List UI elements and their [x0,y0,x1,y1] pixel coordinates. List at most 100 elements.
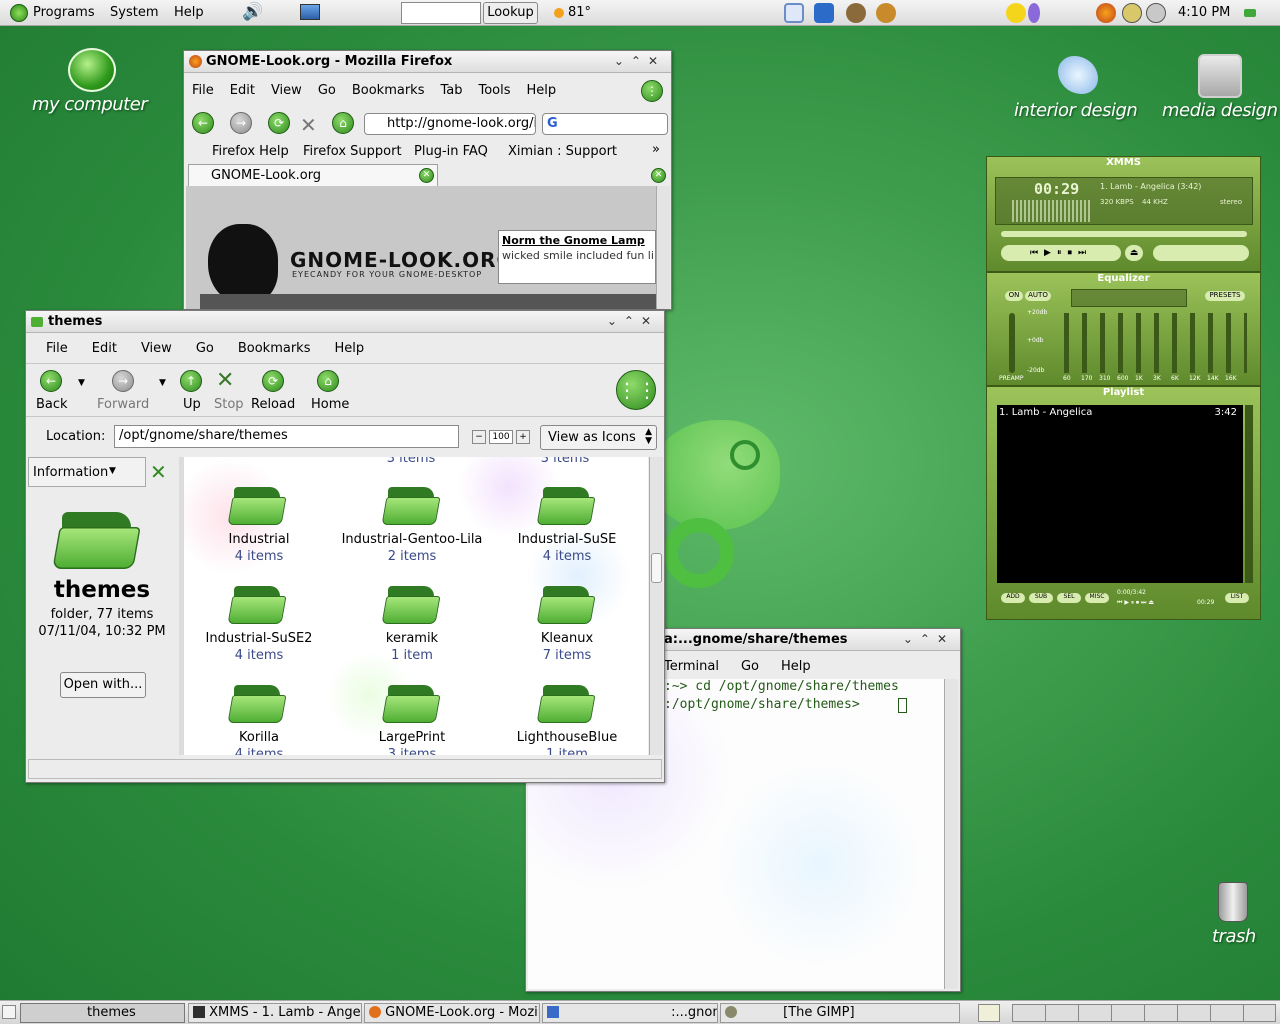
workspace-switcher[interactable] [1012,1004,1276,1022]
ff-tab[interactable]: GNOME-Look.org ✕ [188,164,438,186]
folder-name[interactable]: Kleanux [492,631,642,646]
xmms-playlist-panel[interactable]: Playlist 1. Lamb - Angelica 3:42 ADD SUB… [986,386,1261,620]
gear-icon[interactable] [876,3,896,23]
naut-sidebar-select[interactable]: Information ▼ [28,457,146,487]
nautilus-titlebar[interactable]: themes ⌄⌃✕ [26,311,664,333]
folder-icon[interactable] [381,584,441,624]
naut-zoom-out-button[interactable]: − [472,430,486,444]
naut-reload-label[interactable]: Reload [251,397,295,412]
pl-add-button[interactable]: ADD [1001,593,1025,603]
bookmark-plugin-faq[interactable]: Plug-in FAQ [414,144,488,159]
menu-programs[interactable]: Programs [33,5,95,20]
xmms-seek-bar[interactable] [1001,231,1247,237]
open-with-button[interactable]: Open with... [60,672,146,698]
folder-icon[interactable] [381,485,441,525]
my-computer-icon[interactable] [68,48,116,92]
bookmark-firefox-support[interactable]: Firefox Support [303,144,402,159]
folder-icon[interactable] [536,485,596,525]
interior-design-icon[interactable] [1058,56,1098,94]
folder-icon[interactable] [227,485,287,525]
playlist-scrollbar[interactable] [1245,405,1253,583]
eq-presets-button[interactable]: PRESETS [1205,291,1245,301]
lookup-input[interactable] [401,2,481,24]
naut-stop-icon[interactable]: ✕ [216,368,234,393]
naut-back-dropdown-icon[interactable]: ▼ [78,378,85,388]
nautilus-window[interactable]: themes ⌄⌃✕ File Edit View Go Bookmarks Help ←… [25,310,665,783]
naut-menu-bookmarks[interactable]: Bookmarks [222,337,319,356]
naut-forward-icon[interactable]: → [112,370,134,392]
folder-name[interactable]: LighthouseBlue [492,730,642,745]
folder-icon[interactable] [536,683,596,723]
ff-menu-view[interactable]: View [263,79,310,98]
ff-menu-go[interactable]: Go [310,79,344,98]
window-switch-icon[interactable] [784,3,804,23]
naut-zoom-in-button[interactable]: + [516,430,530,444]
xmms-time[interactable]: 00:29 [1034,180,1079,198]
naut-up-icon[interactable]: ↑ [180,370,202,392]
folder-name[interactable]: Industrial [184,532,334,547]
term-menu-help[interactable]: Help [767,655,819,674]
pl-sub-button[interactable]: SUB [1029,593,1053,603]
bookmarks-overflow-icon[interactable]: » [652,142,660,157]
naut-menu-view[interactable]: View [125,337,180,356]
xmms-eject-button[interactable]: ⏏ [1125,245,1143,261]
ff-reload-button[interactable]: ⟳ [268,112,290,134]
mail-icon[interactable] [1146,3,1166,23]
network-icon[interactable] [1028,3,1040,23]
my-computer-label[interactable]: my computer [32,94,148,115]
folder-name[interactable]: keramik [337,631,487,646]
xmms-player[interactable]: XMMS 00:29 1. Lamb - Angelica (3:42) 320… [986,156,1261,620]
ff-menu-help[interactable]: Help [519,79,565,98]
folder-name[interactable]: Korilla [184,730,334,745]
naut-menu-help[interactable]: Help [318,337,372,356]
task-firefox[interactable]: GNOME-Look.org - Mozill [364,1003,540,1023]
folder-name[interactable]: LargePrint [337,730,487,745]
pl-misc-button[interactable]: MISC [1085,593,1109,603]
term-menu-go[interactable]: Go [727,655,767,674]
task-themes[interactable]: themes [20,1003,185,1023]
folder-icon[interactable] [227,584,287,624]
naut-icon-view[interactable]: 3 items 3 items Industrial 4 items Indus… [184,457,648,755]
folder-name[interactable]: Industrial-Gentoo-Lila [337,532,487,547]
naut-home-label[interactable]: Home [311,397,349,412]
naut-back-label[interactable]: Back [36,397,68,412]
term-menu-terminal[interactable]: Terminal [656,655,727,674]
smiley-icon[interactable] [1006,3,1026,23]
naut-location-input[interactable]: /opt/gnome/share/themes [114,425,459,448]
firefox-window-controls[interactable]: ⌄⌃✕ [614,54,665,68]
trash-label[interactable]: trash [1212,926,1256,947]
pl-sel-button[interactable]: SEL [1057,593,1081,603]
naut-back-icon[interactable]: ← [40,370,62,392]
naut-menu-edit[interactable]: Edit [76,337,125,356]
clock-launcher-icon[interactable] [1122,3,1142,23]
ff-url-input[interactable]: http://gnome-look.org/i [364,113,536,135]
media-design-icon[interactable] [1198,54,1242,98]
desktop-monitor-icon[interactable] [300,4,320,20]
folder-icon[interactable] [227,683,287,723]
interior-design-label[interactable]: interior design [1014,100,1138,121]
terminal-window-controls[interactable]: ⌄⌃✕ [903,632,954,646]
ff-stop-button[interactable]: ✕ [300,113,317,137]
ff-scrollbar[interactable] [656,186,670,309]
weather-temp[interactable]: 81° [568,5,591,20]
folder-name[interactable]: Industrial-SuSE [492,532,642,547]
nautilus-window-controls[interactable]: ⌄⌃✕ [607,314,658,328]
xmms-shuffle-repeat[interactable] [1153,245,1249,261]
ff-back-button[interactable]: ← [192,112,214,134]
gimp-icon[interactable] [846,3,866,23]
ff-menu-edit[interactable]: Edit [222,79,263,98]
folder-name[interactable]: Industrial-SuSE2 [184,631,334,646]
xmms-controls[interactable]: ⏮▶⏸⏹⏭ [1001,245,1121,261]
eq-auto-button[interactable]: AUTO [1025,291,1051,301]
bookmark-firefox-help[interactable]: Firefox Help [212,144,289,159]
eq-on-button[interactable]: ON [1005,291,1023,301]
naut-home-icon[interactable]: ⌂ [317,370,339,392]
naut-scrollbar[interactable] [649,457,663,755]
ff-menu-bookmarks[interactable]: Bookmarks [344,79,433,98]
firefox-window[interactable]: GNOME-Look.org - Mozilla Firefox ⌄⌃✕ Fil… [183,50,672,310]
naut-sidebar-close-icon[interactable]: ✕ [150,460,167,484]
ff-close-all-tabs-icon[interactable]: ✕ [651,168,666,183]
bookmark-ximian-support[interactable]: Ximian : Support [508,144,617,159]
playlist-list[interactable]: 1. Lamb - Angelica 3:42 [997,405,1243,583]
task-terminal[interactable]: :...gnom [542,1003,718,1023]
